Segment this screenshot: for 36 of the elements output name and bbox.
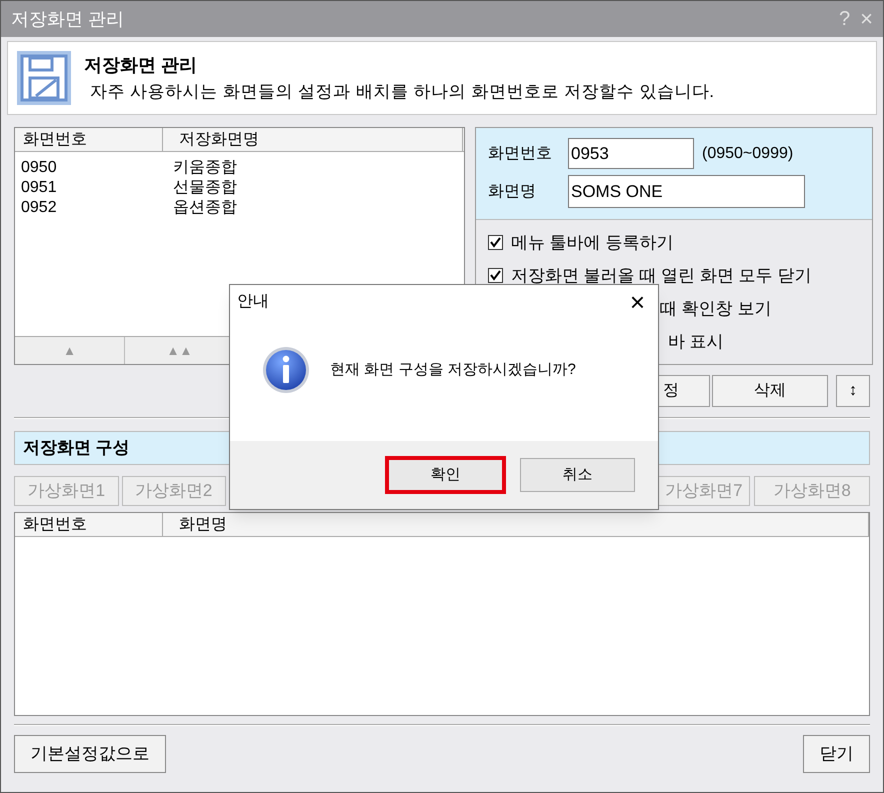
table-cell-text: 0951	[20, 178, 58, 198]
checkbox[interactable]	[488, 235, 503, 250]
sort-button[interactable]: ↕	[836, 375, 870, 407]
option-label: 바 표시	[668, 330, 724, 353]
checkbox[interactable]	[488, 268, 503, 283]
close-button[interactable]: 닫기	[803, 735, 870, 773]
delete-button[interactable]: 삭제	[712, 375, 828, 407]
table-cell-text: 0952	[20, 198, 58, 218]
range-hint: (0950~0999)	[702, 144, 794, 164]
option-label: 때 확인창 보기	[660, 298, 772, 320]
number-input[interactable]: 0953	[568, 138, 694, 169]
column-header[interactable]: 화면번호	[15, 128, 163, 151]
info-icon	[262, 346, 310, 394]
dialog-message: 현재 화면 구성을 저장하시겠습니까?	[330, 360, 576, 380]
reset-button[interactable]: 기본설정값으로	[14, 735, 166, 773]
checkbox-label: 메뉴 툴바에 등록하기	[511, 232, 674, 254]
dialog-title: 안내	[237, 292, 269, 312]
table-cell-text: 0950	[20, 158, 58, 178]
close-button[interactable]: ×	[630, 289, 645, 315]
column-header[interactable]: 화면번호	[15, 513, 163, 536]
window-title: 저장화면 관리	[11, 8, 124, 30]
column-header[interactable]: 저장화면명	[163, 128, 463, 151]
field-label: 화면명	[488, 182, 537, 202]
name-input[interactable]: SOMS ONE	[568, 175, 805, 208]
section-title: 저장화면 구성	[23, 437, 130, 460]
checkbox-label: 저장화면 불러올 때 열린 화면 모두 닫기	[511, 264, 812, 287]
header-title: 저장화면 관리	[84, 54, 198, 77]
edit-button[interactable]: 정	[658, 375, 710, 407]
cancel-button[interactable]: 취소	[520, 458, 635, 492]
table-cell: 선물종합	[173, 178, 237, 198]
header-description: 자주 사용하시는 화면들의 설정과 배치를 하나의 화면번호로 저장할수 있습니다.	[89, 80, 715, 103]
confirm-button[interactable]: 확인	[385, 456, 506, 494]
field-label: 화면번호	[488, 144, 553, 164]
table-cell: 키움종합	[173, 158, 237, 178]
column-header[interactable]: 화면명	[163, 513, 869, 536]
table-cell: 옵션종합	[173, 198, 237, 218]
